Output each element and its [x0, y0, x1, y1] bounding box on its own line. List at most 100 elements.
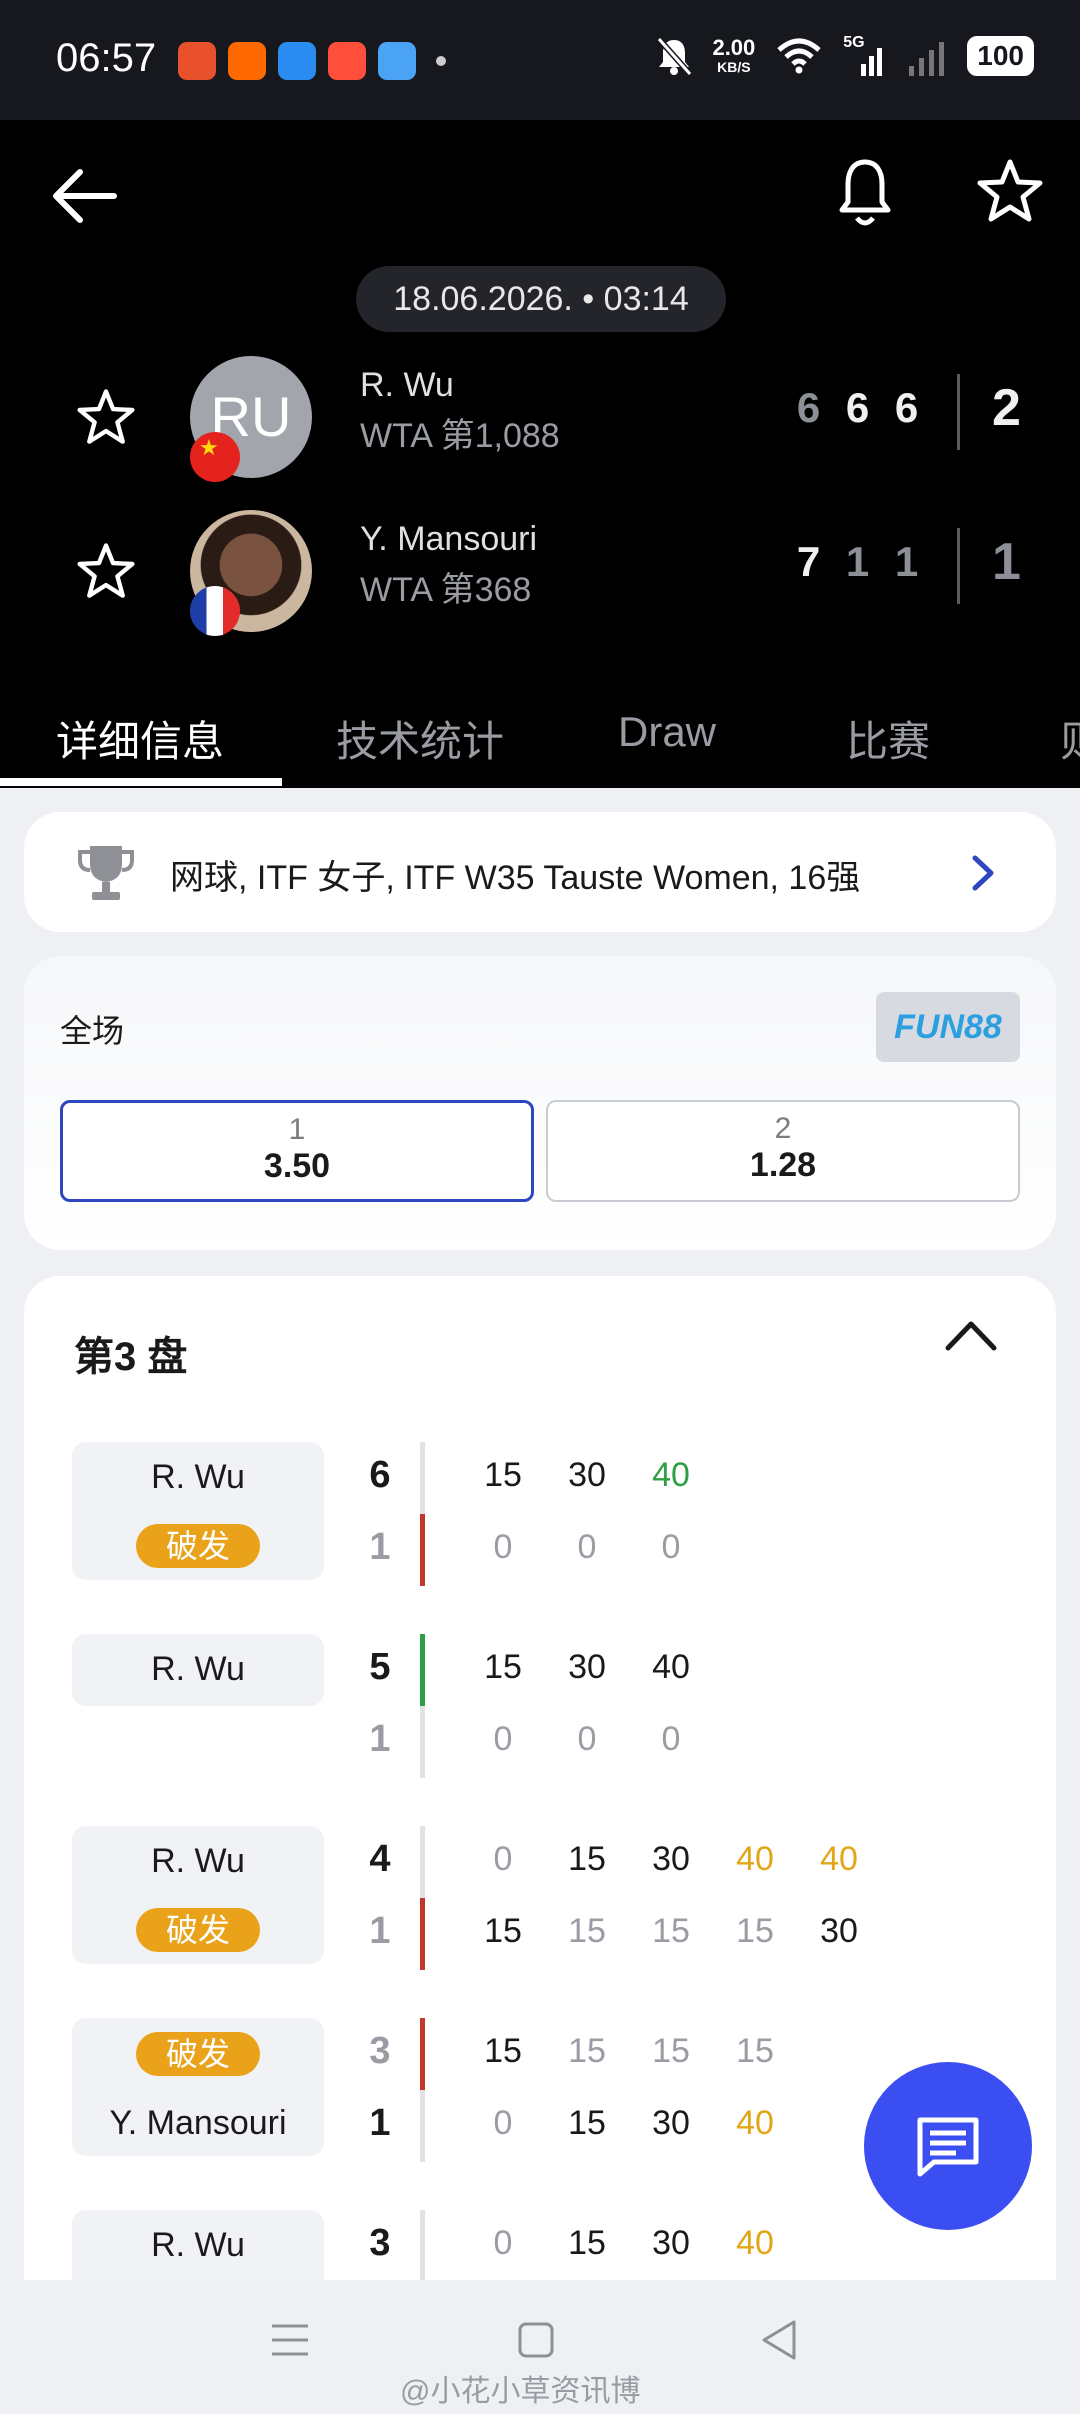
browser-app-icon — [278, 42, 316, 80]
point-score: 15 — [652, 2032, 690, 2070]
game-score: 3 — [369, 2030, 391, 2072]
tab-draw[interactable]: Draw — [618, 708, 716, 756]
match-datetime: 18.06.2026. • 03:14 — [356, 266, 726, 332]
point-score: 15 — [568, 1840, 606, 1878]
score-separator — [420, 1706, 425, 1778]
point-score: 15 — [484, 1456, 522, 1494]
battery-indicator: 100 — [967, 36, 1034, 76]
server-name: R. Wu — [151, 2226, 245, 2264]
point-score: 15 — [484, 1912, 522, 1950]
point-score: 30 — [820, 1912, 858, 1950]
game-row: R. Wu 5 1 15 30 40 0 0 0 — [72, 1634, 1052, 1780]
favorite-star-icon[interactable] — [76, 388, 136, 446]
speed-value: 2.00 — [712, 35, 756, 60]
game-score: 6 — [369, 1454, 391, 1496]
sets-won: 2 — [992, 379, 1021, 437]
sets-won: 1 — [992, 533, 1021, 591]
game-server-box: R. Wu — [72, 1634, 324, 1706]
bookmaker-logo[interactable]: FUN88 — [876, 992, 1020, 1062]
point-score: 40 — [736, 2104, 774, 2142]
point-score: 40 — [652, 1456, 690, 1494]
server-name: R. Wu — [151, 1458, 245, 1496]
point-score: 15 — [568, 2032, 606, 2070]
game-score: 5 — [369, 1646, 391, 1688]
bell-icon[interactable] — [838, 156, 892, 230]
chevron-right-icon[interactable] — [970, 854, 996, 892]
status-time: 06:57 — [56, 36, 157, 80]
tab-details[interactable]: 详细信息 — [56, 708, 224, 769]
favorite-star-icon[interactable] — [76, 542, 136, 600]
point-score: 0 — [661, 1528, 681, 1566]
game-score: 1 — [369, 1526, 391, 1568]
bell-muted-icon — [657, 37, 693, 76]
game-server-box: R. Wu 破发 — [72, 1442, 324, 1580]
tab-matches[interactable]: 比赛 — [846, 708, 930, 769]
star-outline-icon[interactable] — [976, 158, 1044, 224]
player-row-1[interactable]: RU R. Wu WTA 第1,088 6 6 6 2 — [0, 352, 1080, 482]
tab-statistics[interactable]: 技术统计 — [336, 708, 504, 769]
point-score: 0 — [493, 2104, 513, 2142]
point-score: 30 — [652, 1840, 690, 1878]
tournament-card[interactable]: 网球, ITF 女子, ITF W35 Tauste Women, 16强 — [24, 812, 1056, 932]
break-marker — [420, 2018, 425, 2090]
point-score: 0 — [493, 1528, 513, 1566]
speed-unit: KB/S — [717, 59, 751, 75]
game-score: 1 — [369, 1718, 391, 1760]
odds-value: 1.28 — [749, 1146, 817, 1184]
home-icon[interactable] — [516, 2320, 556, 2360]
set-score: 6 — [796, 384, 821, 431]
point-score: 15 — [568, 1912, 606, 1950]
set-title: 第3 盘 — [74, 1335, 188, 1379]
odds-card: 全场 FUN88 1 3.50 2 1.28 — [24, 956, 1056, 1250]
chat-button[interactable] — [864, 2062, 1032, 2230]
signal-weak-icon — [907, 36, 947, 76]
odds-option-2[interactable]: 2 1.28 — [546, 1100, 1020, 1202]
point-score: 15 — [568, 2104, 606, 2142]
point-score: 0 — [661, 1720, 681, 1758]
odds-value: 3.50 — [263, 1147, 331, 1185]
weather-app-icon — [378, 42, 416, 80]
point-score: 0 — [493, 1840, 513, 1878]
break-badge: 破发 — [136, 2032, 260, 2076]
game-score: 4 — [369, 1838, 391, 1880]
set-scores: 6 6 6 — [796, 384, 919, 432]
back-triangle-icon[interactable] — [758, 2318, 800, 2362]
network-speed: 2.00 KB/S — [712, 35, 756, 76]
watermark: @小花小草资讯博 — [400, 2375, 641, 2408]
china-flag-icon — [190, 432, 240, 482]
chevron-up-icon[interactable] — [944, 1318, 998, 1352]
break-marker — [420, 1514, 425, 1586]
point-score: 30 — [568, 1456, 606, 1494]
france-flag-icon — [190, 586, 240, 636]
game-server-box: R. Wu — [72, 2210, 324, 2286]
game-score: 3 — [369, 2222, 391, 2264]
arrow-left-icon[interactable] — [50, 164, 120, 228]
tab-odds[interactable]: 则 — [1060, 708, 1080, 769]
point-score: 15 — [568, 2224, 606, 2262]
notification-icons — [178, 42, 446, 80]
player-name: Y. Mansouri — [360, 520, 538, 558]
set-score: 6 — [845, 384, 870, 431]
point-score: 30 — [652, 2104, 690, 2142]
set-score: 6 — [894, 384, 919, 431]
score-divider — [957, 528, 960, 604]
set-score: 1 — [894, 538, 919, 585]
point-score: 30 — [568, 1648, 606, 1686]
player-rank: WTA 第368 — [360, 571, 532, 609]
hold-marker — [420, 1634, 425, 1706]
chat-icon — [917, 2117, 979, 2177]
point-score: 0 — [493, 1720, 513, 1758]
score-divider — [957, 374, 960, 450]
break-marker — [420, 1898, 425, 1970]
game-row: R. Wu 3 0 15 30 40 — [72, 2210, 1052, 2286]
player-name: R. Wu — [360, 366, 454, 404]
odds-label: 2 — [774, 1112, 792, 1145]
odds-label: 1 — [288, 1113, 306, 1146]
tournament-name: 网球, ITF 女子, ITF W35 Tauste Women, 16强 — [170, 859, 861, 897]
odds-option-1[interactable]: 1 3.50 — [60, 1100, 534, 1202]
wifi-icon — [777, 38, 821, 74]
menu-icon[interactable] — [268, 2320, 312, 2360]
player-row-2[interactable]: Y. Mansouri WTA 第368 7 1 1 1 — [0, 506, 1080, 636]
weibo-app-icon — [178, 42, 216, 80]
game-server-box: R. Wu 破发 — [72, 1826, 324, 1964]
